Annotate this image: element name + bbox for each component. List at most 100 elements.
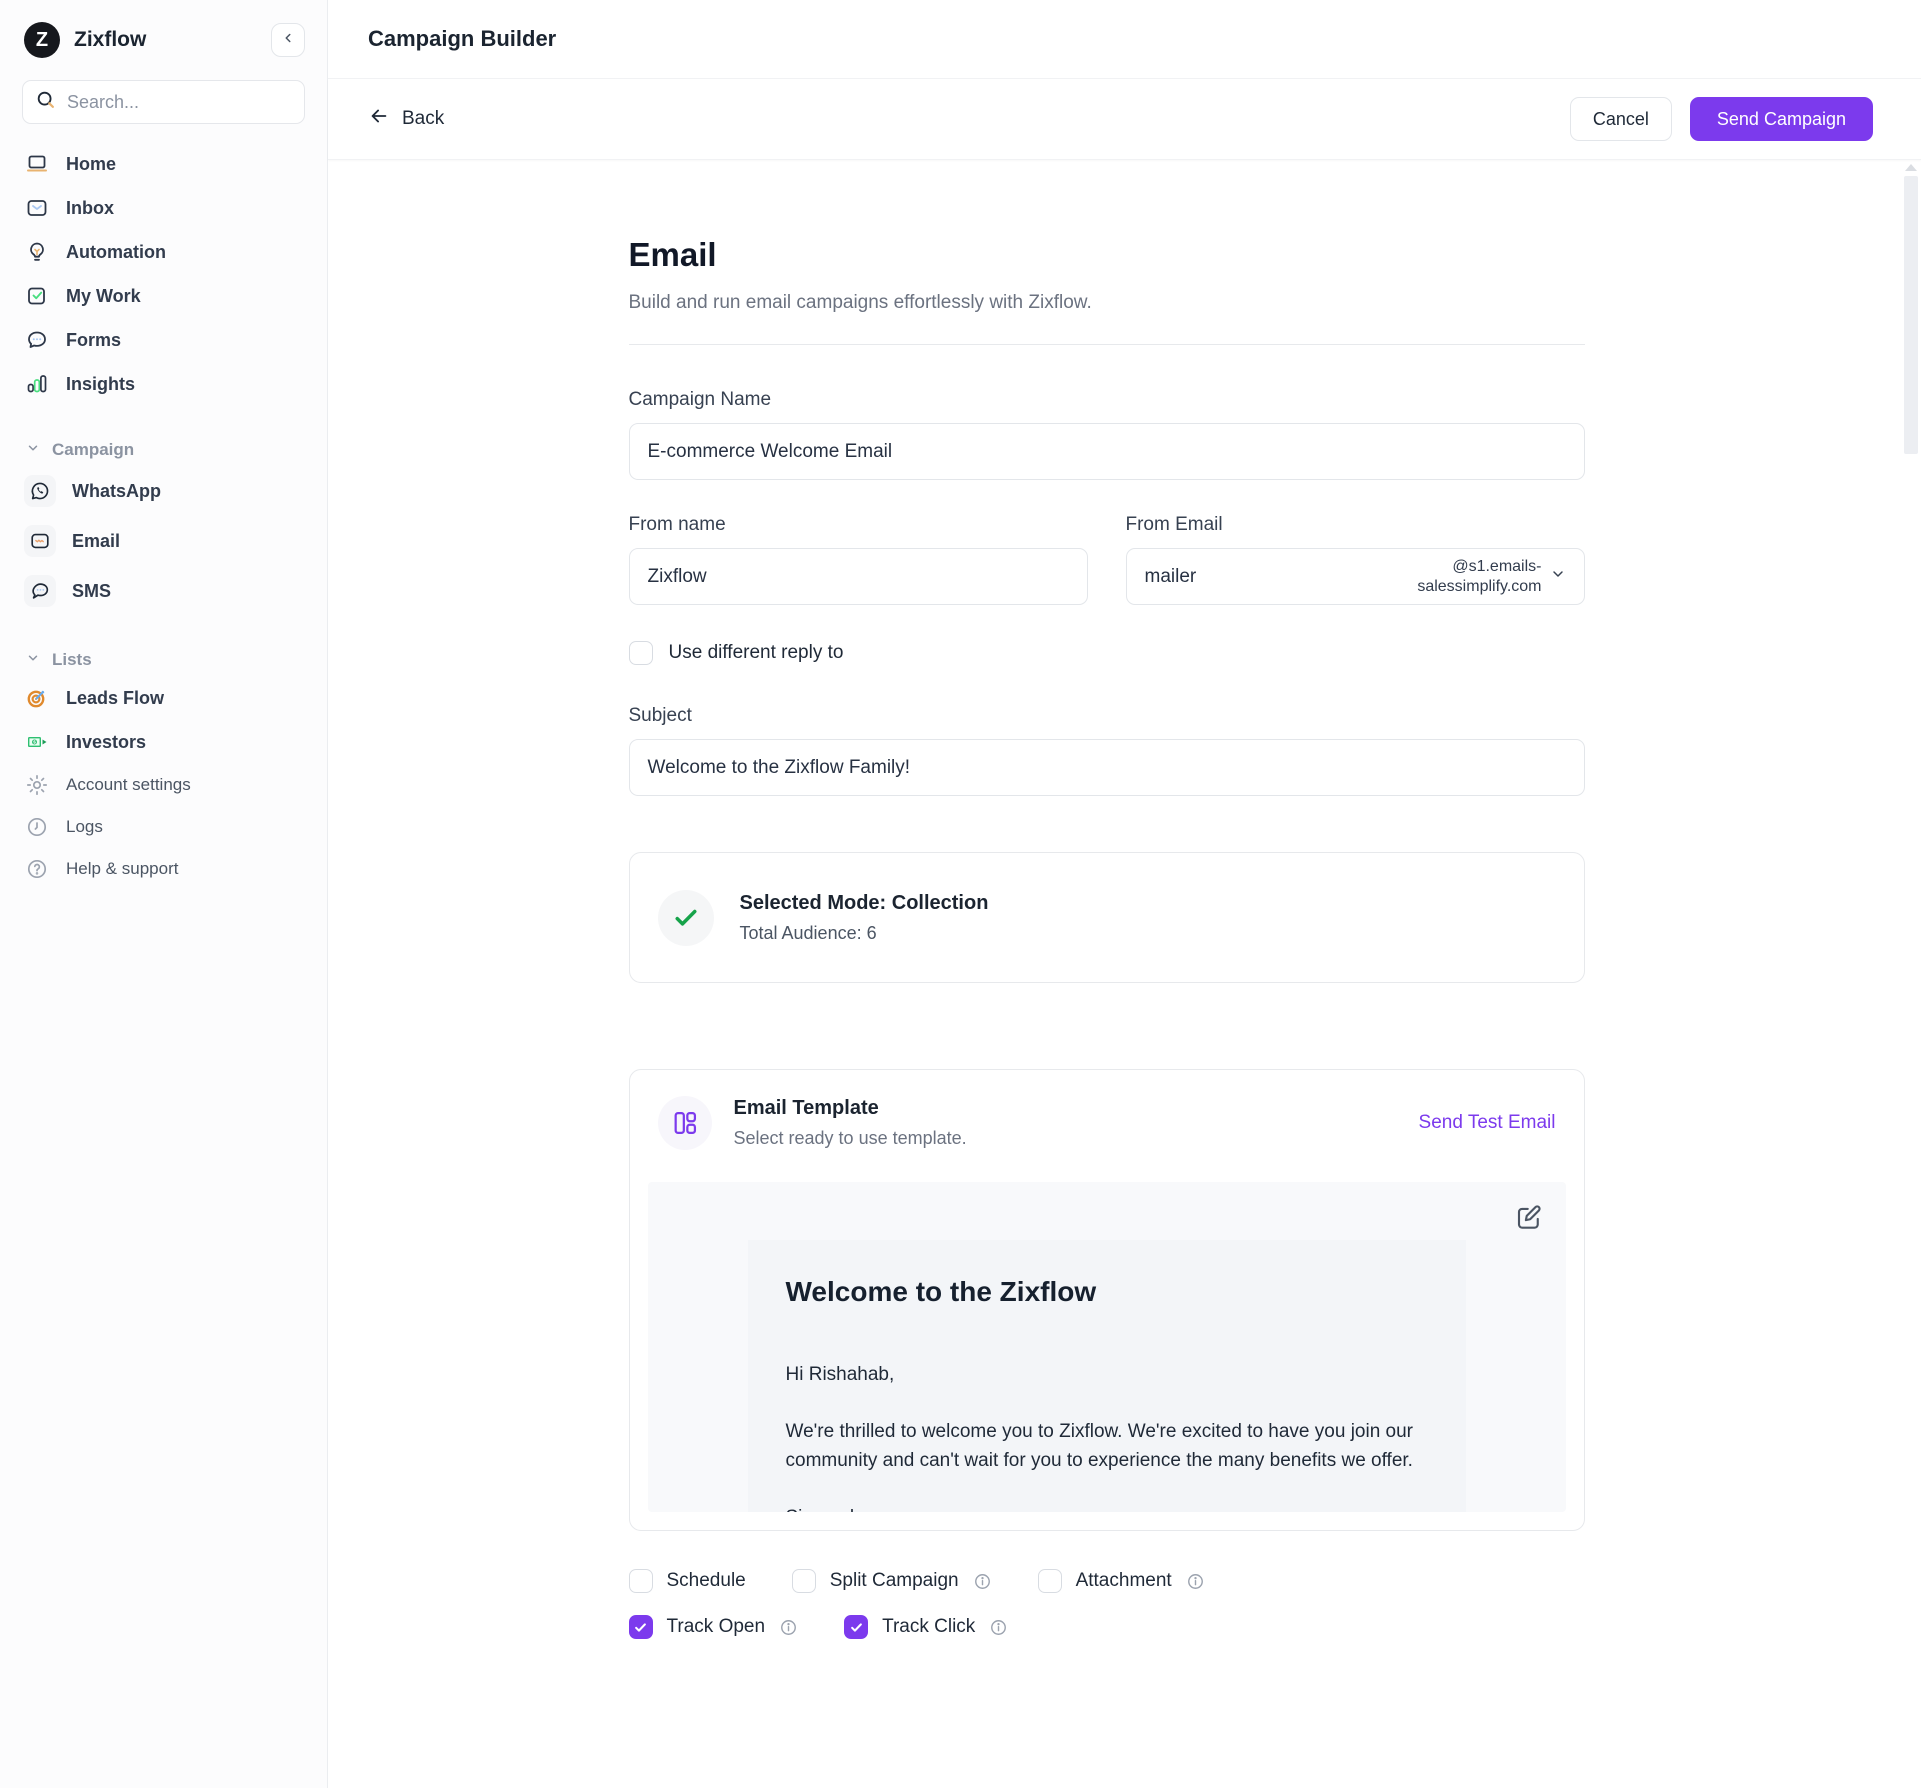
selected-mode-card: Selected Mode: Collection Total Audience… <box>629 852 1585 983</box>
template-subtitle: Select ready to use template. <box>734 1128 967 1149</box>
sidebar-item-insights[interactable]: Insights <box>0 362 327 406</box>
from-email-domain: @s1.emails-salessimplify.com <box>1404 557 1542 597</box>
sidebar-item-email[interactable]: Email <box>0 516 327 566</box>
sidebar-item-help-support[interactable]: Help & support <box>0 848 326 890</box>
total-audience: Total Audience: 6 <box>740 923 989 944</box>
from-name-label: From name <box>629 514 1088 536</box>
from-name-value: Zixflow <box>648 566 707 588</box>
chevron-down-icon <box>26 651 40 670</box>
schedule-checkbox[interactable] <box>629 1569 653 1593</box>
cancel-button[interactable]: Cancel <box>1570 97 1672 141</box>
split-campaign-checkbox[interactable] <box>792 1569 816 1593</box>
inbox-icon <box>24 195 50 221</box>
track-click-checkbox[interactable] <box>844 1615 868 1639</box>
selected-mode-title: Selected Mode: Collection <box>740 892 989 915</box>
sidebar-item-label: WhatsApp <box>72 481 161 502</box>
from-name-input[interactable]: Zixflow <box>629 548 1088 605</box>
info-icon[interactable] <box>973 1572 992 1591</box>
campaign-name-label: Campaign Name <box>629 389 1585 411</box>
sidebar-item-leads-flow[interactable]: Leads Flow <box>0 676 327 720</box>
email-body-panel: Welcome to the Zixflow Hi Rishahab, We'r… <box>748 1240 1466 1512</box>
from-email-value: mailer <box>1145 566 1197 588</box>
campaign-options: Schedule Split Campaign Attachment <box>629 1569 1585 1639</box>
email-section-title: Email <box>629 236 1585 274</box>
sidebar-item-account-settings[interactable]: Account settings <box>0 764 326 806</box>
sidebar-footer: Account settings Logs Help & support <box>0 752 326 890</box>
scrollbar-thumb[interactable] <box>1904 176 1918 454</box>
search-input[interactable]: Search... <box>22 80 305 124</box>
search-placeholder: Search... <box>67 92 139 113</box>
page-title: Campaign Builder <box>368 26 556 52</box>
sidebar-collapse-button[interactable] <box>271 23 305 57</box>
template-title: Email Template <box>734 1097 967 1120</box>
clock-icon <box>24 814 50 840</box>
sidebar-item-whatsapp[interactable]: WhatsApp <box>0 466 327 516</box>
info-icon[interactable] <box>1186 1572 1205 1591</box>
back-label: Back <box>402 108 444 130</box>
divider <box>629 344 1585 345</box>
email-heading: Welcome to the Zixflow <box>786 1276 1426 1308</box>
email-preview: Welcome to the Zixflow Hi Rishahab, We'r… <box>648 1182 1566 1512</box>
chevron-left-icon <box>281 31 295 50</box>
sidebar-nav: Home Inbox Automation My Work <box>0 134 327 826</box>
subject-value: Welcome to the Zixflow Family! <box>648 757 911 779</box>
vertical-scrollbar[interactable] <box>1904 162 1919 1762</box>
sidebar-item-my-work[interactable]: My Work <box>0 274 327 318</box>
schedule-label: Schedule <box>667 1570 746 1592</box>
sidebar-item-label: Insights <box>66 374 135 395</box>
send-campaign-button[interactable]: Send Campaign <box>1690 97 1873 141</box>
main-area: Campaign Builder Back Cancel Send Campai… <box>328 0 1921 1788</box>
question-circle-icon <box>24 856 50 882</box>
sidebar-item-home[interactable]: Home <box>0 142 327 186</box>
reply-to-checkbox[interactable] <box>629 641 653 665</box>
email-section-subtitle: Build and run email campaigns effortless… <box>629 292 1585 314</box>
back-button[interactable]: Back <box>368 105 444 133</box>
target-icon <box>24 685 50 711</box>
campaign-name-input[interactable]: E-commerce Welcome Email <box>629 423 1585 480</box>
info-icon[interactable] <box>779 1618 798 1637</box>
sidebar-item-label: Logs <box>66 817 103 837</box>
sidebar-item-label: Inbox <box>66 198 114 219</box>
chevron-down-icon[interactable] <box>1550 566 1566 588</box>
whatsapp-icon <box>24 475 56 507</box>
split-campaign-label: Split Campaign <box>830 1570 959 1592</box>
template-layout-icon <box>658 1096 712 1150</box>
sidebar-item-automation[interactable]: Automation <box>0 230 327 274</box>
reply-to-label: Use different reply to <box>669 642 844 664</box>
from-email-label: From Email <box>1126 514 1585 536</box>
sidebar-item-label: SMS <box>72 581 111 602</box>
email-template-card: Email Template Select ready to use templ… <box>629 1069 1585 1531</box>
arrow-left-icon <box>368 105 390 133</box>
group-campaign[interactable]: Campaign <box>0 430 327 466</box>
from-email-input[interactable]: mailer @s1.emails-salessimplify.com <box>1126 548 1585 605</box>
track-click-label: Track Click <box>882 1616 975 1638</box>
app-window: Z Zixflow Search... Home <box>0 0 1921 1788</box>
sidebar-item-inbox[interactable]: Inbox <box>0 186 327 230</box>
sidebar-item-logs[interactable]: Logs <box>0 806 326 848</box>
subject-label: Subject <box>629 705 1585 727</box>
page-header: Campaign Builder <box>328 0 1921 79</box>
sidebar-item-forms[interactable]: Forms <box>0 318 327 362</box>
brand-row: Z Zixflow <box>0 14 327 64</box>
sidebar-item-sms[interactable]: SMS <box>0 566 327 616</box>
subject-input[interactable]: Welcome to the Zixflow Family! <box>629 739 1585 796</box>
email-closing: Sincerely, <box>786 1507 1426 1512</box>
zixflow-logo-icon: Z <box>24 22 60 58</box>
campaign-name-value: E-commerce Welcome Email <box>648 441 893 463</box>
campaign-toolbar: Back Cancel Send Campaign <box>328 79 1921 160</box>
send-test-email-link[interactable]: Send Test Email <box>1419 1112 1556 1134</box>
group-label: Campaign <box>52 440 134 460</box>
sms-icon <box>24 575 56 607</box>
lightbulb-icon <box>24 239 50 265</box>
track-open-checkbox[interactable] <box>629 1615 653 1639</box>
attachment-checkbox[interactable] <box>1038 1569 1062 1593</box>
edit-template-icon[interactable] <box>1514 1202 1544 1237</box>
group-lists[interactable]: Lists <box>0 640 327 676</box>
scroll-up-arrow[interactable] <box>1905 164 1917 171</box>
attachment-label: Attachment <box>1076 1570 1172 1592</box>
brand-name: Zixflow <box>74 28 271 52</box>
search-icon <box>35 89 57 116</box>
info-icon[interactable] <box>989 1618 1008 1637</box>
sidebar-item-label: Help & support <box>66 859 178 879</box>
sidebar: Z Zixflow Search... Home <box>0 0 328 1788</box>
